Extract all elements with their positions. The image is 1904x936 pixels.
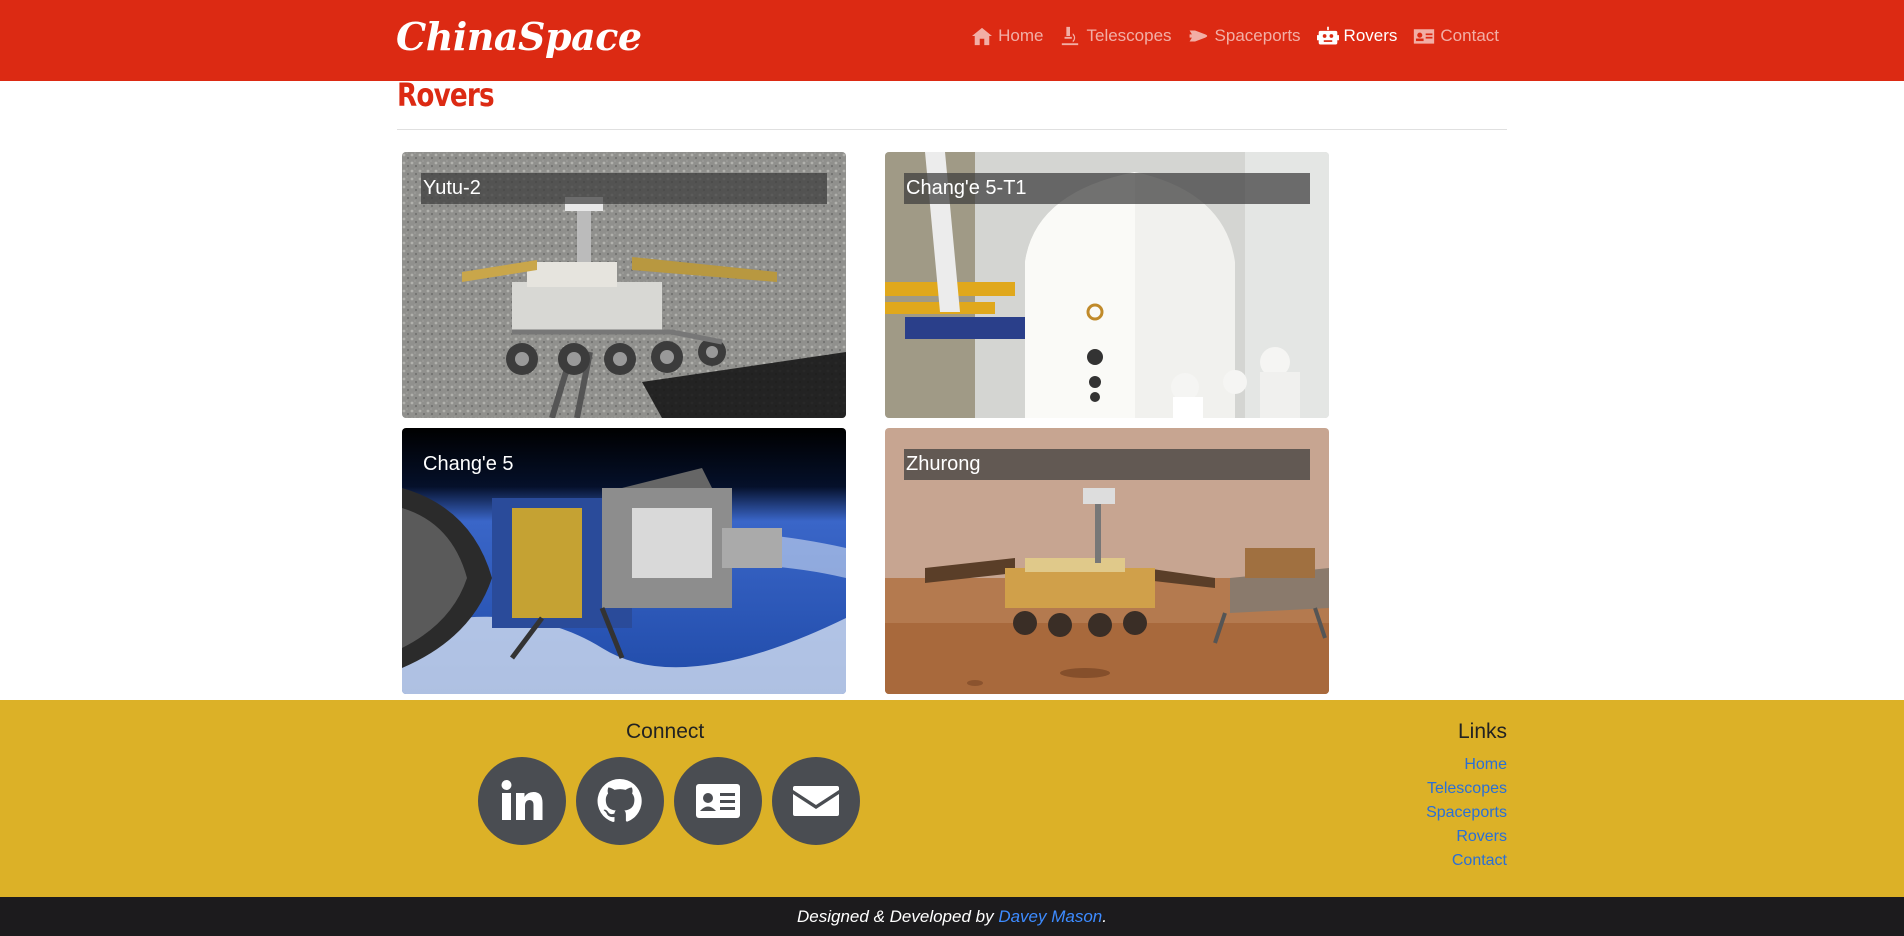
linkedin-icon [501,780,543,820]
home-icon [972,27,993,46]
page-title: Rovers [397,76,495,114]
email-button[interactable] [772,757,860,845]
main-nav: Home Telescopes Spaceports Rovers Contac… [971,26,1499,46]
github-button[interactable] [576,757,664,845]
rover-card-change-5[interactable]: Chang'e 5 [402,428,846,694]
robot-icon [1316,26,1339,45]
card-caption: Zhurong [904,449,1310,480]
credits-suffix: . [1102,907,1107,926]
credits-prefix: Designed & Developed by [797,907,999,926]
brand-logo[interactable]: ChinaSpace [396,14,642,59]
id-card-icon [1414,29,1435,44]
card-caption: Yutu-2 [421,173,827,204]
footer-link-home[interactable]: Home [1426,753,1507,777]
space-shuttle-icon [1189,30,1207,42]
title-divider [397,129,1507,130]
rover-card-change-5-t1[interactable]: Chang'e 5-T1 [885,152,1329,418]
footer-link-contact[interactable]: Contact [1426,849,1507,873]
navbar: ChinaSpace Home Telescopes Spaceports Ro… [0,0,1904,81]
footer: Connect Links Home Telescopes Spaceports… [0,700,1904,897]
nav-telescopes-label: Telescopes [1086,26,1172,45]
connect-title: Connect [626,720,705,743]
rover-card-yutu-2[interactable]: Yutu-2 [402,152,846,418]
nav-spaceports[interactable]: Spaceports [1188,26,1301,46]
nav-rovers-label: Rovers [1343,26,1398,45]
nav-contact-label: Contact [1440,26,1499,45]
links-title: Links [1457,720,1507,743]
contact-card-button[interactable] [674,757,762,845]
github-icon [597,778,642,822]
linkedin-button[interactable] [478,757,566,845]
footer-link-spaceports[interactable]: Spaceports [1426,801,1507,825]
footer-links: Home Telescopes Spaceports Rovers Contac… [1426,753,1507,873]
nav-telescopes[interactable]: Telescopes [1059,26,1172,46]
nav-spaceports-label: Spaceports [1214,26,1301,45]
credits-bar: Designed & Developed by Davey Mason. [0,897,1904,936]
nav-home[interactable]: Home [971,26,1043,46]
author-link[interactable]: Davey Mason [998,907,1102,926]
microscope-icon [1062,26,1079,46]
footer-link-rovers[interactable]: Rovers [1426,825,1507,849]
nav-rovers[interactable]: Rovers [1316,26,1398,46]
card-caption: Chang'e 5 [423,453,514,475]
rover-card-zhurong[interactable]: Zhurong [885,428,1329,694]
nav-home-label: Home [998,26,1044,45]
id-card-icon [696,784,740,818]
footer-link-telescopes[interactable]: Telescopes [1426,777,1507,801]
envelope-icon [793,786,839,816]
card-caption: Chang'e 5-T1 [904,173,1310,204]
nav-contact[interactable]: Contact [1413,26,1499,46]
